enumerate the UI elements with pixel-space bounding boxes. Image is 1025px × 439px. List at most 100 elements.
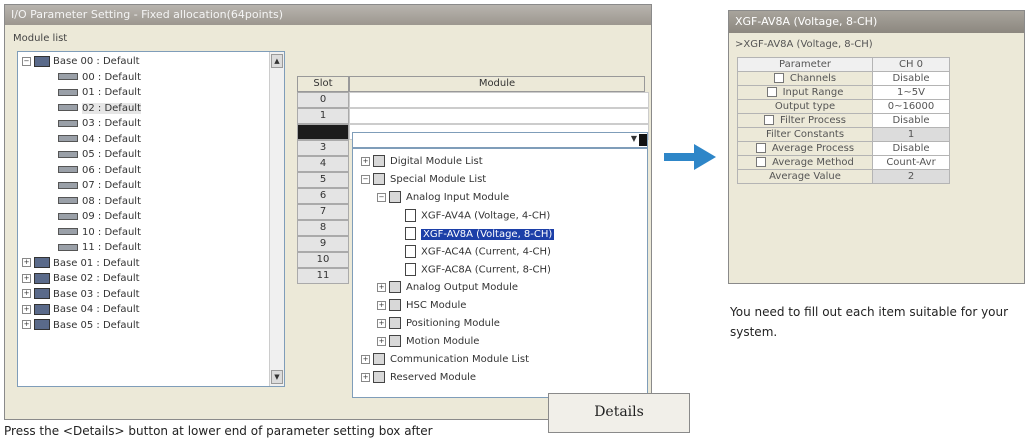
slot-cell[interactable]: 3 (297, 140, 349, 156)
slot-cell[interactable]: 2 (297, 124, 349, 140)
expand-icon[interactable]: + (361, 156, 370, 166)
details-button[interactable]: Details (548, 393, 690, 433)
slot-cell[interactable]: 7 (297, 204, 349, 220)
parameter-value[interactable]: Disable (872, 141, 950, 156)
module-group[interactable]: + Positioning Module (377, 317, 500, 330)
collapse-icon[interactable]: − (377, 192, 386, 202)
parameter-row: Average Method Count-Avr (737, 155, 950, 170)
tree-item-slot[interactable]: 02 : Default (58, 102, 141, 115)
slot-cell[interactable]: 6 (297, 188, 349, 204)
module-group[interactable]: + Reserved Module (361, 371, 476, 384)
tree-item-slot[interactable]: 03 : Default (58, 117, 141, 130)
expand-icon[interactable]: + (22, 304, 31, 314)
parameter-value[interactable]: Disable (872, 71, 950, 86)
parameter-checkbox[interactable] (755, 143, 766, 153)
tree-item-base[interactable]: + Base 01 : Default (22, 257, 140, 270)
arrow-right-icon (664, 144, 716, 170)
module-group[interactable]: + Motion Module (377, 335, 479, 348)
slot-icon (58, 197, 78, 204)
tree-item-base[interactable]: − Base 00 : Default (22, 55, 140, 68)
tree-item-slot[interactable]: 11 : Default (58, 241, 141, 254)
module-group[interactable]: − Special Module List (361, 173, 486, 186)
module-option[interactable]: XGF-AV4A (Voltage, 4-CH) (393, 209, 550, 222)
module-cell[interactable] (349, 108, 649, 124)
tree-item-slot[interactable]: 10 : Default (58, 226, 141, 239)
module-combo[interactable]: ▼ (352, 132, 648, 148)
module-option[interactable]: XGF-AV8A (Voltage, 8-CH) (393, 227, 555, 240)
parameter-name: Average Value (769, 171, 841, 182)
slot-cell[interactable]: 8 (297, 220, 349, 236)
parameter-checkbox[interactable] (766, 87, 777, 97)
tree-item-slot[interactable]: 01 : Default (58, 86, 141, 99)
parameter-value[interactable]: Disable (872, 113, 950, 128)
parameter-value[interactable]: 2 (872, 169, 950, 184)
slot-cell[interactable]: 11 (297, 268, 349, 284)
expand-icon[interactable]: + (377, 282, 386, 292)
slot-icon (58, 243, 78, 251)
expand-icon[interactable]: + (22, 258, 31, 267)
scroll-down-icon[interactable]: ▼ (271, 370, 283, 384)
tree-scrollbar[interactable]: ▲ ▼ (269, 52, 284, 386)
base-icon (34, 288, 50, 299)
tree-item-base[interactable]: + Base 02 : Default (22, 272, 140, 285)
parameter-name: Input Range (782, 87, 844, 98)
tree-item-base[interactable]: + Base 05 : Default (22, 319, 140, 332)
module-group[interactable]: + HSC Module (377, 299, 466, 312)
tree-item-slot[interactable]: 08 : Default (58, 195, 141, 208)
tree-item-base[interactable]: + Base 04 : Default (22, 303, 140, 316)
parameter-checkbox[interactable] (756, 157, 767, 167)
expand-icon[interactable]: + (377, 336, 386, 346)
collapse-icon[interactable]: − (22, 56, 31, 66)
slot-icon (58, 119, 78, 127)
module-group[interactable]: + Digital Module List (361, 155, 483, 168)
tree-item-label: Base 05 : Default (53, 319, 140, 331)
module-group[interactable]: + Communication Module List (361, 353, 529, 366)
expand-icon[interactable]: + (22, 289, 31, 298)
slot-cell[interactable]: 9 (297, 236, 349, 252)
expand-icon[interactable]: + (377, 300, 386, 310)
folder-icon (373, 353, 385, 365)
module-option[interactable]: XGF-AC4A (Current, 4-CH) (393, 245, 551, 258)
module-group[interactable]: − Analog Input Module (377, 191, 509, 204)
slot-cell[interactable]: 1 (297, 108, 349, 124)
module-group[interactable]: + Analog Output Module (377, 281, 518, 294)
tree-item-label: Base 03 : Default (53, 288, 140, 300)
tree-item-slot[interactable]: 09 : Default (58, 210, 141, 223)
tree-item-slot[interactable]: 00 : Default (58, 71, 141, 84)
module-option[interactable]: XGF-AC8A (Current, 8-CH) (393, 263, 551, 276)
tree-item-slot[interactable]: 06 : Default (58, 164, 141, 177)
base-icon (34, 257, 50, 268)
module-tree[interactable]: − Base 00 : Default 00 : Default 01 : Defau… (17, 51, 285, 387)
scroll-up-icon[interactable]: ▲ (271, 54, 283, 68)
slot-cell[interactable]: 5 (297, 172, 349, 188)
parameter-value[interactable]: 1~5V (872, 85, 950, 100)
slot-icon (58, 104, 78, 111)
expand-icon[interactable]: + (22, 273, 31, 283)
expand-icon[interactable]: + (361, 372, 370, 382)
module-icon (405, 227, 416, 240)
tree-item-base[interactable]: + Base 03 : Default (22, 288, 140, 301)
parameter-value[interactable]: Count-Avr (872, 155, 950, 170)
base-icon (34, 272, 50, 284)
expand-icon[interactable]: + (377, 318, 386, 328)
module-icon (405, 209, 416, 222)
parameter-value[interactable]: 1 (872, 127, 950, 142)
parameter-value[interactable]: 0~16000 (872, 99, 950, 114)
slot-cell[interactable]: 0 (297, 92, 349, 108)
module-dropdown[interactable]: + Digital Module List − Special Module List… (352, 148, 648, 398)
parameter-name: Average Process (771, 143, 855, 154)
expand-icon[interactable]: + (361, 354, 370, 364)
tree-item-slot[interactable]: 05 : Default (58, 148, 141, 161)
expand-icon[interactable]: + (22, 320, 31, 329)
tree-item-slot[interactable]: 04 : Default (58, 133, 141, 146)
chevron-down-icon[interactable]: ▼ (631, 134, 637, 143)
parameter-checkbox[interactable] (773, 73, 784, 83)
tree-item-label: Base 02 : Default (53, 273, 140, 284)
module-icon (405, 245, 416, 258)
slot-cell[interactable]: 4 (297, 156, 349, 172)
collapse-icon[interactable]: − (361, 174, 370, 184)
slot-cell[interactable]: 10 (297, 252, 349, 268)
parameter-checkbox[interactable] (764, 115, 775, 125)
module-cell[interactable] (349, 92, 649, 108)
tree-item-slot[interactable]: 07 : Default (58, 179, 141, 192)
